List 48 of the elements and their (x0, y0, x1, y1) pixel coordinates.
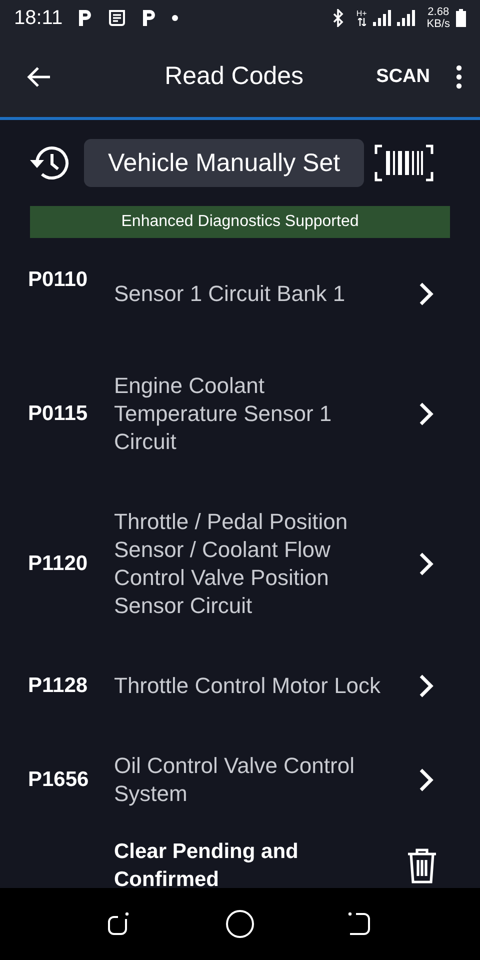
dot-icon (170, 14, 179, 22)
trouble-code: P1120 (28, 552, 89, 576)
news-app-icon (106, 8, 127, 28)
back-button[interactable] (26, 66, 52, 88)
clear-codes-button[interactable]: Clear Pending and Confirmed (114, 838, 406, 888)
code-description: Engine Coolant Temperature Sensor 1 Circuit (114, 372, 333, 456)
data-arrows-icon (358, 18, 366, 26)
code-list-item[interactable]: P0110 Sensor 1 Circuit Bank 1 (0, 238, 480, 346)
code-description: Oil Control Valve Control System (114, 752, 356, 808)
back-arrow-icon (26, 66, 52, 88)
code-list-item[interactable]: P1656 Oil Control Valve Control System (0, 726, 480, 834)
parking-app-icon (76, 8, 93, 28)
barcode-scan-button[interactable] (374, 144, 434, 182)
code-list-item[interactable]: P1120 Throttle / Pedal Position Sensor / Coolant Flow Control Valve Position Sensor Circuit (0, 482, 480, 646)
signal-icon (396, 10, 415, 26)
chevron-right-icon (418, 673, 434, 699)
bluetooth-icon (332, 9, 344, 27)
menu-button[interactable] (456, 64, 462, 88)
code-description: Throttle Control Motor Lock (114, 672, 382, 700)
delete-button[interactable] (406, 848, 438, 884)
code-list-item[interactable]: P0115 Engine Coolant Temperature Sensor 1 Circuit (0, 346, 480, 482)
status-banner: Enhanced Diagnostics Supported (30, 206, 450, 238)
trouble-code: P1128 (28, 674, 89, 698)
home-button[interactable] (225, 909, 255, 939)
menu-icon (456, 64, 462, 88)
code-description: Sensor 1 Circuit Bank 1 (114, 280, 346, 308)
home-icon (225, 909, 255, 939)
clock-time: 18:11 (14, 6, 63, 30)
trouble-code: P0110 (28, 268, 89, 292)
scan-button[interactable]: SCAN (376, 66, 430, 88)
chevron-right-icon (418, 767, 434, 793)
speed-unit: KB/s (426, 18, 450, 30)
chevron-right-icon (418, 281, 434, 307)
code-description: Throttle / Pedal Position Sensor / Coolant Flow Control Valve Position Sensor Circuit (114, 508, 349, 620)
network-type: H+ (356, 10, 367, 18)
signal-icon (372, 10, 391, 26)
code-list-item[interactable]: P1128 Throttle Control Motor Lock (0, 646, 480, 726)
battery-icon (456, 9, 466, 27)
speed-value: 2.68 (428, 6, 450, 18)
chevron-right-icon (418, 551, 434, 577)
trouble-code: P1656 (28, 768, 90, 792)
screen-title: Read Codes (164, 62, 305, 91)
chevron-right-icon (418, 401, 434, 427)
barcode-icon (374, 144, 434, 182)
parking-app-icon (140, 8, 157, 28)
vehicle-button[interactable]: Vehicle Manually Set (84, 139, 364, 187)
trouble-code: P0115 (28, 402, 89, 426)
trash-icon (406, 848, 438, 884)
